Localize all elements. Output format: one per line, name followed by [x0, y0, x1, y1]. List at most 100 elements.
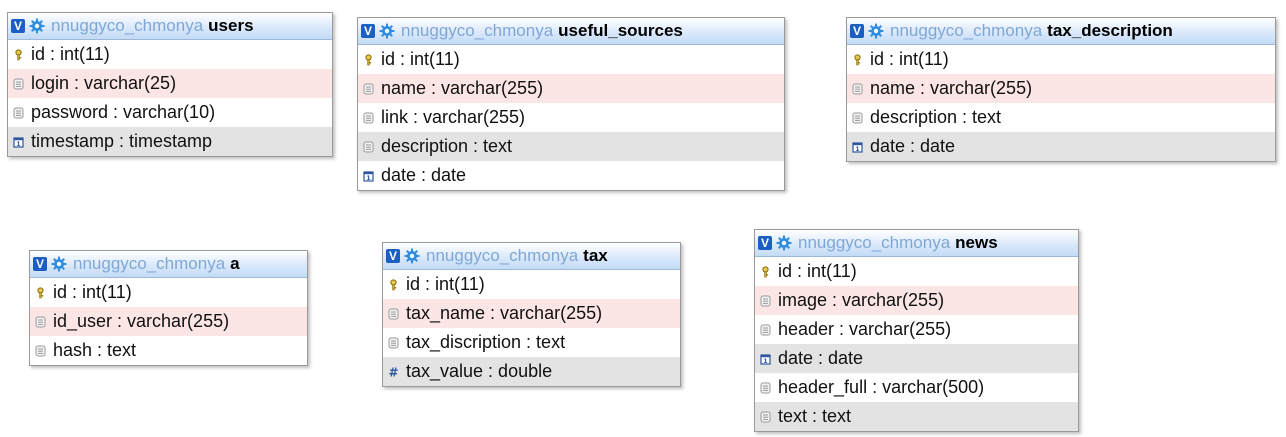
gear-icon[interactable]: [51, 256, 67, 272]
gear-icon[interactable]: [404, 248, 420, 264]
column-row[interactable]: link : varchar(255): [358, 103, 784, 132]
column-label: id : int(11): [31, 44, 110, 64]
database-name: nnuggyco_chmonya: [798, 233, 951, 252]
database-name: nnuggyco_chmonya: [401, 21, 554, 40]
table-card-news[interactable]: Vnnuggyco_chmonya news id : int(11) image :…: [754, 229, 1079, 432]
column-row[interactable]: id : int(11): [755, 257, 1078, 286]
column-label: name : varchar(255): [870, 78, 1033, 98]
date-icon: 1: [13, 136, 31, 148]
column-row[interactable]: tax_name : varchar(255): [383, 299, 680, 328]
numeric-icon: #: [388, 366, 406, 378]
gear-icon[interactable]: [29, 18, 45, 34]
column-label: tax_value : double: [406, 361, 553, 381]
column-row[interactable]: image : varchar(255): [755, 286, 1078, 315]
column-label: description : text: [381, 136, 513, 156]
table-header[interactable]: Vnnuggyco_chmonya tax_description: [847, 18, 1275, 45]
column-row[interactable]: id : int(11): [8, 40, 332, 69]
table-name: users: [208, 16, 254, 35]
text-field-icon: [852, 112, 870, 124]
column-label: login : varchar(25): [31, 73, 177, 93]
database-name: nnuggyco_chmonya: [51, 16, 204, 35]
text-field-icon: [363, 112, 381, 124]
text-field-icon: [35, 345, 53, 357]
table-card-tax[interactable]: Vnnuggyco_chmonya tax id : int(11) tax_name…: [382, 242, 681, 387]
table-name: news: [955, 233, 998, 252]
column-label: description : text: [870, 107, 1002, 127]
column-label: hash : text: [53, 340, 137, 360]
column-label: header : varchar(255): [778, 319, 952, 339]
svg-text:1: 1: [855, 146, 859, 153]
date-icon: 1: [363, 170, 381, 182]
text-field-icon: [363, 141, 381, 153]
text-field-icon: [760, 324, 778, 336]
column-row[interactable]: 1 date : date: [755, 344, 1078, 373]
column-row[interactable]: id : int(11): [847, 45, 1275, 74]
text-field-icon: [13, 107, 31, 119]
table-card-users[interactable]: Vnnuggyco_chmonya users id : int(11) login …: [7, 12, 333, 157]
column-row[interactable]: hash : text: [30, 336, 307, 365]
column-label: id : int(11): [381, 49, 460, 69]
column-row[interactable]: login : varchar(25): [8, 69, 332, 98]
column-row[interactable]: 1 timestamp : timestamp: [8, 127, 332, 156]
text-field-icon: [760, 411, 778, 423]
text-field-icon: [35, 316, 53, 328]
column-row[interactable]: password : varchar(10): [8, 98, 332, 127]
gear-icon[interactable]: [868, 23, 884, 39]
svg-text:1: 1: [763, 358, 767, 365]
svg-text:1: 1: [366, 175, 370, 182]
column-row[interactable]: 1 date : date: [847, 132, 1275, 161]
column-label: id_user : varchar(255): [53, 311, 230, 331]
toggle-columns-icon[interactable]: V: [850, 24, 864, 38]
toggle-columns-icon[interactable]: V: [758, 236, 772, 250]
toggle-columns-icon[interactable]: V: [33, 257, 47, 271]
column-row[interactable]: name : varchar(255): [358, 74, 784, 103]
table-name: tax: [583, 246, 608, 265]
column-row[interactable]: description : text: [847, 103, 1275, 132]
column-row[interactable]: id : int(11): [30, 278, 307, 307]
column-row[interactable]: name : varchar(255): [847, 74, 1275, 103]
table-header[interactable]: Vnnuggyco_chmonya a: [30, 251, 307, 278]
column-row[interactable]: description : text: [358, 132, 784, 161]
column-label: date : date: [870, 136, 956, 156]
database-name: nnuggyco_chmonya: [426, 246, 579, 265]
table-header[interactable]: Vnnuggyco_chmonya tax: [383, 243, 680, 270]
key-icon: [760, 265, 778, 278]
column-row[interactable]: header_full : varchar(500): [755, 373, 1078, 402]
column-label: tax_discription : text: [406, 332, 566, 352]
gear-icon[interactable]: [776, 235, 792, 251]
table-header[interactable]: Vnnuggyco_chmonya news: [755, 230, 1078, 257]
key-icon: [35, 286, 53, 299]
table-card-a[interactable]: Vnnuggyco_chmonya aid : int(11) id_user : …: [29, 250, 308, 366]
column-row[interactable]: id : int(11): [383, 270, 680, 299]
text-field-icon: [388, 308, 406, 320]
column-label: id : int(11): [870, 49, 949, 69]
column-label: password : varchar(10): [31, 102, 216, 122]
table-name: tax_description: [1047, 21, 1173, 40]
column-label: tax_name : varchar(255): [406, 303, 603, 323]
column-label: id : int(11): [406, 274, 485, 294]
text-field-icon: [852, 83, 870, 95]
svg-text:#: #: [388, 366, 398, 378]
table-card-tax-description[interactable]: Vnnuggyco_chmonya tax_descriptionid : int…: [846, 17, 1276, 162]
column-row[interactable]: 1 date : date: [358, 161, 784, 190]
table-header[interactable]: Vnnuggyco_chmonya useful_sources: [358, 18, 784, 45]
column-row[interactable]: # tax_value : double: [383, 357, 680, 386]
toggle-columns-icon[interactable]: V: [11, 19, 25, 33]
date-icon: 1: [760, 353, 778, 365]
database-name: nnuggyco_chmonya: [890, 21, 1043, 40]
column-row[interactable]: id : int(11): [358, 45, 784, 74]
toggle-columns-icon[interactable]: V: [386, 249, 400, 263]
column-row[interactable]: header : varchar(255): [755, 315, 1078, 344]
toggle-columns-icon[interactable]: V: [361, 24, 375, 38]
key-icon: [13, 48, 31, 61]
column-label: id : int(11): [778, 261, 857, 281]
table-card-useful-sources[interactable]: Vnnuggyco_chmonya useful_sourcesid : int(…: [357, 17, 785, 191]
column-row[interactable]: tax_discription : text: [383, 328, 680, 357]
column-row[interactable]: text : text: [755, 402, 1078, 431]
column-row[interactable]: id_user : varchar(255): [30, 307, 307, 336]
table-header[interactable]: Vnnuggyco_chmonya users: [8, 13, 332, 40]
gear-icon[interactable]: [379, 23, 395, 39]
column-label: id : int(11): [53, 282, 132, 302]
table-name: a: [230, 254, 240, 273]
text-field-icon: [363, 83, 381, 95]
